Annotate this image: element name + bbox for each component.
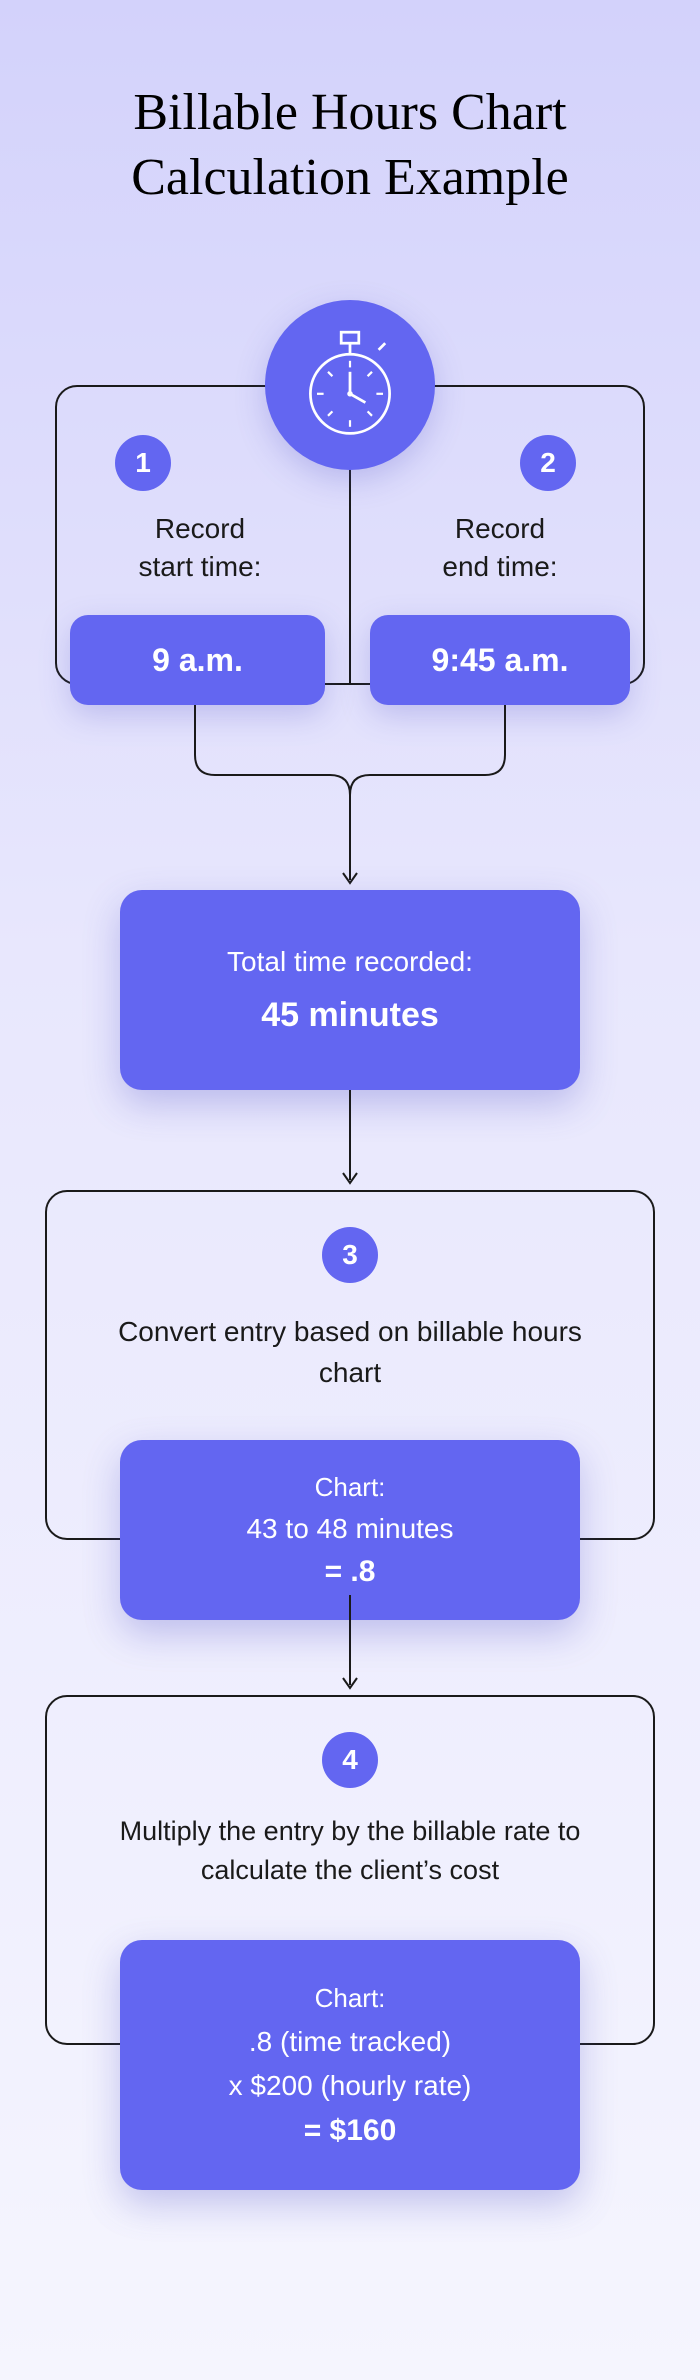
step-4-chart-box: Chart: .8 (time tracked) x $200 (hourly …	[120, 1940, 580, 2190]
end-time-value: 9:45 a.m.	[370, 615, 630, 705]
step-2-number: 2	[540, 447, 556, 479]
step-4-line-2: x $200 (hourly rate)	[120, 2070, 580, 2102]
step-4-description: Multiply the entry by the billable rate …	[77, 1812, 623, 1890]
step-3-chart-header: Chart:	[120, 1472, 580, 1503]
step-4-chart-header: Chart:	[120, 1983, 580, 2014]
title: Billable Hours Chart Calculation Example	[0, 0, 700, 210]
arrow-down-icon	[340, 795, 360, 890]
total-time-box: Total time recorded: 45 minutes	[120, 890, 580, 1090]
step-2-label: Recordend time:	[360, 510, 640, 586]
start-time-text: 9 a.m.	[152, 642, 243, 679]
arrow-down-icon	[340, 1090, 360, 1190]
stopwatch-svg	[295, 330, 405, 440]
end-time-text: 9:45 a.m.	[432, 642, 569, 679]
step-2-badge: 2	[520, 435, 576, 491]
step-4-result: = $160	[120, 2114, 580, 2148]
total-time-label: Total time recorded:	[120, 946, 580, 978]
title-line-1: Billable Hours Chart	[133, 84, 566, 141]
start-time-value: 9 a.m.	[70, 615, 325, 705]
total-time-value: 45 minutes	[120, 996, 580, 1035]
step-4-number: 4	[342, 1744, 358, 1776]
stopwatch-icon	[265, 300, 435, 470]
step-1-number: 1	[135, 447, 151, 479]
connector-join	[155, 705, 545, 795]
step-3-badge: 3	[322, 1227, 378, 1283]
title-line-2: Calculation Example	[131, 149, 569, 206]
step-4-line-1: .8 (time tracked)	[120, 2026, 580, 2058]
arrow-down-icon	[340, 1595, 360, 1695]
step-3-description: Convert entry based on billable hours ch…	[87, 1312, 613, 1393]
step-3-chart-range: 43 to 48 minutes	[120, 1513, 580, 1545]
step-3-chart-result: = .8	[120, 1555, 580, 1589]
step-1-label: Recordstart time:	[65, 510, 335, 586]
step-3-number: 3	[342, 1239, 358, 1271]
step-3-chart-box: Chart: 43 to 48 minutes = .8	[120, 1440, 580, 1620]
step-1-badge: 1	[115, 435, 171, 491]
step-4-badge: 4	[322, 1732, 378, 1788]
